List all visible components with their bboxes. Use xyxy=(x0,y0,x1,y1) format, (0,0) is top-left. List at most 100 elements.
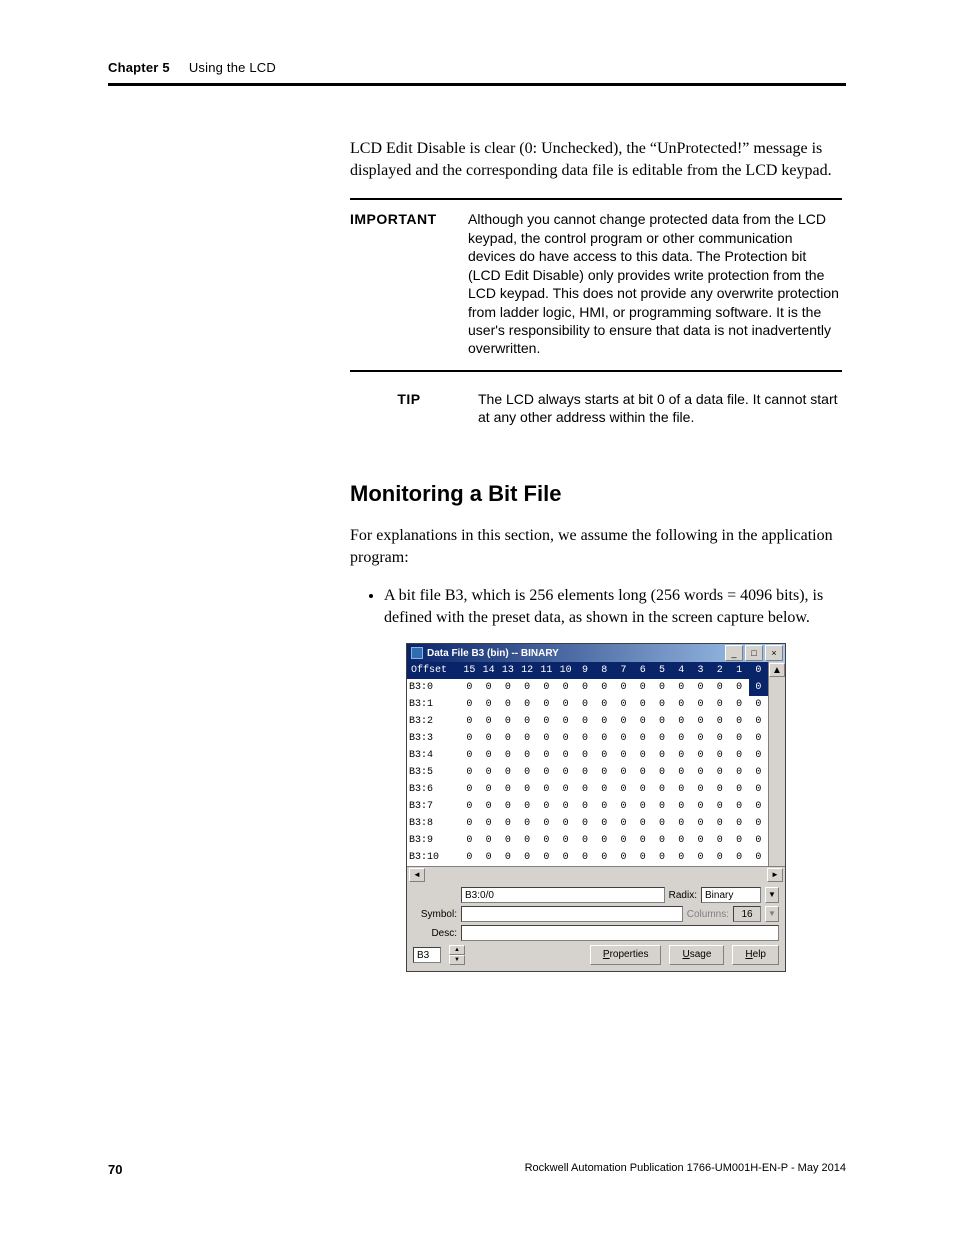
bit-cell[interactable]: 0 xyxy=(595,713,614,730)
bit-cell[interactable]: 0 xyxy=(556,730,575,747)
bit-cell[interactable]: 0 xyxy=(556,815,575,832)
bit-cell[interactable]: 0 xyxy=(498,764,517,781)
symbol-field[interactable] xyxy=(461,906,683,922)
bit-cell[interactable]: 0 xyxy=(749,764,768,781)
radix-dropdown-icon[interactable]: ▼ xyxy=(765,887,779,903)
scroll-right-icon[interactable]: ► xyxy=(767,868,783,882)
bit-cell[interactable]: 0 xyxy=(537,747,556,764)
bit-cell[interactable]: 0 xyxy=(691,781,710,798)
bit-cell[interactable]: 0 xyxy=(691,730,710,747)
bit-cell[interactable]: 0 xyxy=(460,815,479,832)
bit-cell[interactable]: 0 xyxy=(749,696,768,713)
bit-cell[interactable]: 0 xyxy=(672,849,691,866)
bit-cell[interactable]: 0 xyxy=(691,832,710,849)
spin-down-icon[interactable]: ▼ xyxy=(449,955,465,965)
bit-cell[interactable]: 0 xyxy=(460,832,479,849)
bit-cell[interactable]: 0 xyxy=(498,832,517,849)
bit-cell[interactable]: 0 xyxy=(614,679,633,696)
bit-cell[interactable]: 0 xyxy=(749,747,768,764)
bit-cell[interactable]: 0 xyxy=(460,747,479,764)
bit-cell[interactable]: 0 xyxy=(672,730,691,747)
spin-up-icon[interactable]: ▲ xyxy=(449,945,465,955)
bit-cell[interactable]: 0 xyxy=(729,696,748,713)
bit-cell[interactable]: 0 xyxy=(518,747,537,764)
bit-cell[interactable]: 0 xyxy=(575,730,594,747)
bit-cell[interactable]: 0 xyxy=(652,679,671,696)
bit-cell[interactable]: 0 xyxy=(518,849,537,866)
bit-cell[interactable]: 0 xyxy=(633,832,652,849)
bit-cell[interactable]: 0 xyxy=(691,696,710,713)
bit-cell[interactable]: 0 xyxy=(479,832,498,849)
bit-cell[interactable]: 0 xyxy=(614,747,633,764)
bit-cell[interactable]: 0 xyxy=(595,696,614,713)
bit-cell[interactable]: 0 xyxy=(479,781,498,798)
file-field[interactable]: B3 xyxy=(413,947,441,963)
bit-cell[interactable]: 0 xyxy=(537,696,556,713)
bit-cell[interactable]: 0 xyxy=(614,696,633,713)
address-field[interactable]: B3:0/0 xyxy=(461,887,665,903)
bit-cell[interactable]: 0 xyxy=(518,815,537,832)
bit-cell[interactable]: 0 xyxy=(518,713,537,730)
bit-cell[interactable]: 0 xyxy=(575,679,594,696)
bit-cell[interactable]: 0 xyxy=(633,730,652,747)
bit-cell[interactable]: 0 xyxy=(498,781,517,798)
bit-cell[interactable]: 0 xyxy=(479,815,498,832)
bit-cell[interactable]: 0 xyxy=(460,696,479,713)
bit-cell[interactable]: 0 xyxy=(749,679,768,696)
window-titlebar[interactable]: Data File B3 (bin) -- BINARY _ □ × xyxy=(407,644,785,662)
bit-cell[interactable]: 0 xyxy=(633,696,652,713)
desc-field[interactable] xyxy=(461,925,779,941)
bit-cell[interactable]: 0 xyxy=(537,798,556,815)
bit-cell[interactable]: 0 xyxy=(498,730,517,747)
bit-cell[interactable]: 0 xyxy=(614,832,633,849)
bit-cell[interactable]: 0 xyxy=(537,764,556,781)
bit-cell[interactable]: 0 xyxy=(652,798,671,815)
bit-cell[interactable]: 0 xyxy=(729,747,748,764)
bit-cell[interactable]: 0 xyxy=(460,764,479,781)
bit-cell[interactable]: 0 xyxy=(537,730,556,747)
bit-cell[interactable]: 0 xyxy=(595,798,614,815)
bit-cell[interactable]: 0 xyxy=(672,747,691,764)
bit-cell[interactable]: 0 xyxy=(672,815,691,832)
bit-cell[interactable]: 0 xyxy=(691,798,710,815)
bit-cell[interactable]: 0 xyxy=(710,747,729,764)
bit-cell[interactable]: 0 xyxy=(633,764,652,781)
maximize-button[interactable]: □ xyxy=(745,645,763,661)
bit-cell[interactable]: 0 xyxy=(652,713,671,730)
bit-cell[interactable]: 0 xyxy=(575,798,594,815)
bit-cell[interactable]: 0 xyxy=(729,832,748,849)
bit-cell[interactable]: 0 xyxy=(633,713,652,730)
bit-cell[interactable]: 0 xyxy=(498,798,517,815)
bit-cell[interactable]: 0 xyxy=(710,815,729,832)
bit-cell[interactable]: 0 xyxy=(633,815,652,832)
bit-cell[interactable]: 0 xyxy=(498,815,517,832)
bit-cell[interactable]: 0 xyxy=(729,679,748,696)
bit-cell[interactable]: 0 xyxy=(479,696,498,713)
bit-cell[interactable]: 0 xyxy=(498,713,517,730)
bit-cell[interactable]: 0 xyxy=(691,747,710,764)
bit-cell[interactable]: 0 xyxy=(749,798,768,815)
bit-cell[interactable]: 0 xyxy=(633,798,652,815)
bit-cell[interactable]: 0 xyxy=(710,798,729,815)
bit-cell[interactable]: 0 xyxy=(518,730,537,747)
bit-cell[interactable]: 0 xyxy=(652,849,671,866)
bit-cell[interactable]: 0 xyxy=(537,849,556,866)
bit-cell[interactable]: 0 xyxy=(575,764,594,781)
bit-cell[interactable]: 0 xyxy=(729,781,748,798)
bit-cell[interactable]: 0 xyxy=(595,747,614,764)
bit-cell[interactable]: 0 xyxy=(460,798,479,815)
bit-cell[interactable]: 0 xyxy=(710,713,729,730)
bit-cell[interactable]: 0 xyxy=(749,832,768,849)
bit-cell[interactable]: 0 xyxy=(652,832,671,849)
bit-cell[interactable]: 0 xyxy=(575,832,594,849)
bit-cell[interactable]: 0 xyxy=(460,849,479,866)
bit-cell[interactable]: 0 xyxy=(614,713,633,730)
bit-cell[interactable]: 0 xyxy=(614,815,633,832)
bit-cell[interactable]: 0 xyxy=(710,696,729,713)
bit-cell[interactable]: 0 xyxy=(498,696,517,713)
bit-cell[interactable]: 0 xyxy=(710,832,729,849)
bit-cell[interactable]: 0 xyxy=(652,781,671,798)
properties-button[interactable]: Properties xyxy=(590,945,662,965)
bit-cell[interactable]: 0 xyxy=(595,832,614,849)
bit-cell[interactable]: 0 xyxy=(479,798,498,815)
